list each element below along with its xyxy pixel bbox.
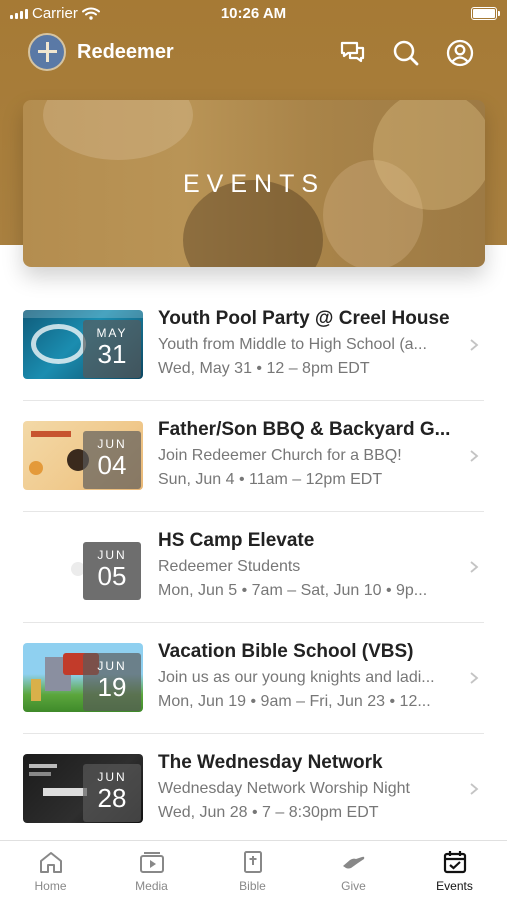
event-time: Mon, Jun 5 • 7am – Sat, Jun 10 • 9p... — [158, 582, 428, 599]
date-badge: JUN 28 — [83, 764, 141, 822]
tab-bible[interactable]: Bible — [202, 841, 303, 901]
event-thumbnail: JUN 05 — [23, 532, 143, 601]
app-title: Redeemer — [77, 41, 174, 63]
home-icon — [39, 852, 62, 873]
media-icon — [139, 852, 164, 873]
chevron-right-icon — [470, 783, 479, 795]
date-badge: JUN 05 — [83, 542, 141, 600]
event-title: The Wednesday Network — [158, 752, 383, 773]
give-icon — [342, 856, 364, 869]
event-subtitle: Join us as our young knights and ladi... — [158, 669, 435, 686]
status-time: 10:26 AM — [220, 5, 287, 22]
event-thumbnail: JUN 28 — [23, 754, 143, 823]
church-logo-icon[interactable] — [28, 33, 66, 71]
event-time: Wed, Jun 28 • 7 – 8:30pm EDT — [158, 804, 379, 821]
event-subtitle: Wednesday Network Worship Night — [158, 780, 410, 797]
date-badge: JUN 04 — [83, 431, 141, 489]
events-hero-banner: EVENTS — [23, 100, 485, 267]
event-title: HS Camp Elevate — [158, 530, 315, 551]
profile-icon[interactable] — [445, 38, 475, 68]
event-thumbnail: JUN 04 — [23, 421, 143, 490]
chevron-right-icon — [470, 672, 479, 684]
calendar-icon — [443, 851, 466, 874]
event-row[interactable]: MAY 31 Youth Pool Party @ Creel House Yo… — [0, 290, 507, 401]
tab-media[interactable]: Media — [101, 841, 202, 901]
battery-icon — [471, 7, 500, 20]
event-thumbnail: JUN 19 — [23, 643, 143, 712]
date-badge: MAY 31 — [83, 320, 141, 378]
event-subtitle: Youth from Middle to High School (a... — [158, 336, 427, 353]
date-badge: JUN 19 — [83, 653, 141, 711]
event-subtitle: Join Redeemer Church for a BBQ! — [158, 447, 402, 464]
chevron-right-icon — [470, 339, 479, 351]
event-title: Father/Son BBQ & Backyard G... — [158, 419, 451, 440]
event-row[interactable]: JUN 04 Father/Son BBQ & Backyard G... Jo… — [0, 401, 507, 512]
event-row[interactable]: JUN 05 HS Camp Elevate Redeemer Students… — [0, 512, 507, 623]
event-list: MAY 31 Youth Pool Party @ Creel House Yo… — [0, 290, 507, 845]
tab-give[interactable]: Give — [303, 841, 404, 901]
tab-bar: Home Media Bible Give Events — [0, 840, 507, 901]
event-time: Sun, Jun 4 • 11am – 12pm EDT — [158, 471, 383, 488]
tab-events[interactable]: Events — [404, 841, 505, 901]
chat-icon[interactable] — [338, 38, 368, 68]
event-row[interactable]: JUN 19 Vacation Bible School (VBS) Join … — [0, 623, 507, 734]
tab-home[interactable]: Home — [0, 841, 101, 901]
event-time: Mon, Jun 19 • 9am – Fri, Jun 23 • 12... — [158, 693, 431, 710]
hero-title: EVENTS — [182, 170, 326, 198]
event-title: Youth Pool Party @ Creel House — [158, 308, 450, 329]
chevron-right-icon — [470, 561, 479, 573]
app-bar: Redeemer — [0, 30, 507, 76]
status-bar: Carrier 10:26 AM — [0, 0, 507, 30]
chevron-right-icon — [470, 450, 479, 462]
event-title: Vacation Bible School (VBS) — [158, 641, 414, 662]
bible-icon — [243, 851, 262, 873]
event-time: Wed, May 31 • 12 – 8pm EDT — [158, 360, 370, 377]
event-subtitle: Redeemer Students — [158, 558, 301, 575]
event-row[interactable]: JUN 28 The Wednesday Network Wednesday N… — [0, 734, 507, 845]
search-icon[interactable] — [391, 38, 421, 68]
event-thumbnail: MAY 31 — [23, 310, 143, 379]
